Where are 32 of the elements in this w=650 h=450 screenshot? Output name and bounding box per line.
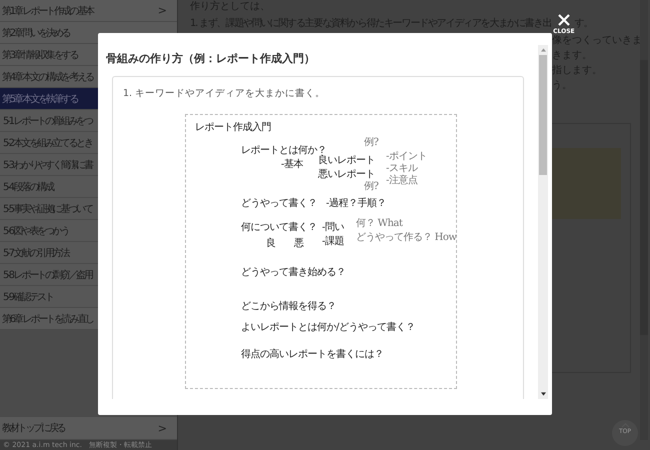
handwritten-note: どこから情報を得る？ — [241, 300, 336, 313]
handwritten-note: レポート作成入門 — [195, 120, 271, 134]
handwritten-note: レポートとは何か？ — [241, 144, 326, 156]
back-link[interactable]: 教材トップに戻る > — [0, 416, 177, 440]
handwritten-note: 例? — [364, 136, 378, 149]
handwritten-note: よいレポートとは何か/どうやって書く？ — [241, 320, 415, 334]
scroll-thumb[interactable] — [539, 55, 547, 175]
handwritten-note: 何？ What — [356, 217, 402, 230]
scrollbar[interactable] — [538, 45, 548, 399]
sidebar-item[interactable]: 第1章 レポート作成の基本 > — [0, 0, 177, 22]
handwritten-note: どうやって書く？ — [241, 196, 317, 210]
handwritten-note: 良 — [266, 236, 276, 250]
chevron-icon: > — [158, 4, 167, 17]
handwritten-note: 悪 — [294, 237, 304, 250]
handwritten-note: どうやって書き始める？ — [241, 266, 346, 279]
scroll-up-icon — [540, 48, 546, 52]
handwritten-note: どうやって作る？ How — [356, 231, 456, 244]
handwritten-note: -スキル — [386, 162, 418, 174]
handwritten-note: 何について書く？ — [241, 220, 317, 234]
handwritten-note: -ポイント — [386, 150, 427, 163]
handwritten-note: 悪いレポート — [318, 168, 375, 181]
note-box — [552, 148, 621, 219]
close-icon — [556, 13, 571, 27]
handwritten-note: -注意点 — [386, 174, 418, 187]
handwritten-note: 例? — [364, 180, 378, 193]
handwritten-note: -課題 — [322, 234, 344, 248]
handwritten-note: -基本 — [281, 158, 303, 171]
handwritten-note: -過程？手順？ — [326, 196, 386, 210]
handwritten-note: 得点の高いレポートを書くには？ — [241, 348, 384, 361]
handwritten-note: -問い — [322, 221, 344, 234]
handwritten-note: 良いレポート — [318, 154, 375, 167]
scroll-down-icon — [540, 392, 546, 396]
